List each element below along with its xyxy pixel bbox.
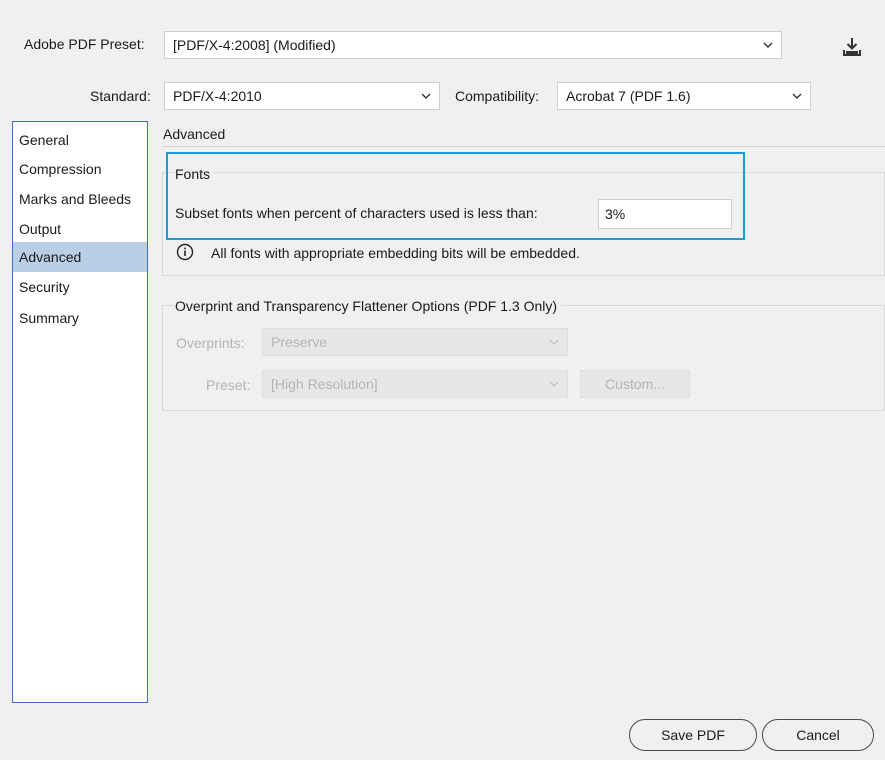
overprints-select[interactable]: Preserve <box>262 328 568 356</box>
compatibility-value: Acrobat 7 (PDF 1.6) <box>566 88 691 104</box>
chevron-down-icon <box>763 42 773 48</box>
overprints-value: Preserve <box>271 334 328 350</box>
sidebar-item-advanced[interactable]: Advanced <box>13 242 147 272</box>
sidebar-nav: General Compression Marks and Bleeds Out… <box>12 121 148 703</box>
overprint-group-title: Overprint and Transparency Flattener Opt… <box>175 296 562 316</box>
info-icon <box>176 243 194 261</box>
chevron-down-icon <box>421 93 431 99</box>
preset-value: [PDF/X-4:2008] (Modified) <box>173 37 336 53</box>
subset-percent-input[interactable]: 3% <box>598 199 732 229</box>
preset-label: Adobe PDF Preset: <box>24 36 145 52</box>
flattener-preset-label: Preset: <box>206 377 251 393</box>
fonts-group-title: Fonts <box>175 164 215 184</box>
sidebar-item-compression[interactable]: Compression <box>13 154 147 184</box>
flattener-preset-select[interactable]: [High Resolution] <box>262 370 568 398</box>
cancel-button[interactable]: Cancel <box>762 719 874 751</box>
chevron-down-icon <box>792 93 802 99</box>
standard-label: Standard: <box>90 88 151 104</box>
sidebar-item-security[interactable]: Security <box>13 272 147 302</box>
compatibility-select[interactable]: Acrobat 7 (PDF 1.6) <box>557 82 811 110</box>
standard-select[interactable]: PDF/X-4:2010 <box>164 82 440 110</box>
compatibility-label: Compatibility: <box>455 88 540 104</box>
sidebar-item-summary[interactable]: Summary <box>13 303 147 333</box>
custom-button[interactable]: Custom... <box>580 370 690 398</box>
section-divider <box>162 146 885 147</box>
embedding-info-text: All fonts with appropriate embedding bit… <box>211 245 580 261</box>
subset-fonts-label: Subset fonts when percent of characters … <box>175 205 538 221</box>
standard-value: PDF/X-4:2010 <box>173 88 262 104</box>
overprints-label: Overprints: <box>176 335 245 351</box>
flattener-preset-value: [High Resolution] <box>271 376 378 392</box>
preset-select[interactable]: [PDF/X-4:2008] (Modified) <box>164 31 782 59</box>
sidebar-item-output[interactable]: Output <box>13 214 147 244</box>
section-title: Advanced <box>163 126 226 142</box>
chevron-down-icon <box>549 339 559 345</box>
save-pdf-button[interactable]: Save PDF <box>629 719 757 751</box>
chevron-down-icon <box>549 381 559 387</box>
sidebar-item-marks-and-bleeds[interactable]: Marks and Bleeds <box>13 184 147 214</box>
download-icon <box>843 38 861 56</box>
sidebar-item-general[interactable]: General <box>13 125 147 155</box>
save-preset-button[interactable] <box>841 36 863 58</box>
